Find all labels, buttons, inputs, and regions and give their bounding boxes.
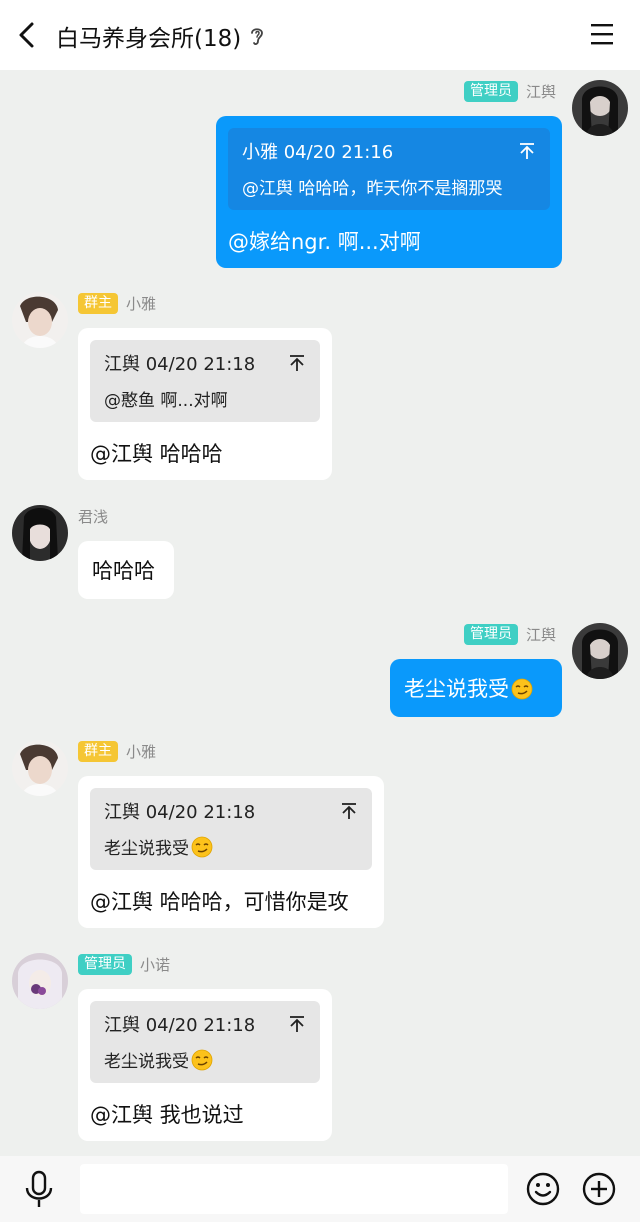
jump-to-top-icon[interactable] [518,142,536,160]
avatar[interactable] [12,953,68,1009]
message-text: @嫁给ngr. 啊...对啊 [228,230,421,254]
message-list[interactable]: 管理员 江舆 小雅 04/20 21:16 @江舆 哈哈哈，昨天你不是搁那哭 @… [0,70,640,1156]
quoted-message[interactable]: 江舆 04/20 21:18 老尘说我受 [90,1001,320,1083]
group-name: 白马养身会所(18) [56,26,242,52]
plus-circle-icon[interactable] [582,1172,616,1206]
sender-row: 管理员 江舆 [463,80,556,102]
sender-row: 管理员 江舆 [463,623,556,645]
quoted-message[interactable]: 小雅 04/20 21:16 @江舆 哈哈哈，昨天你不是搁那哭 [228,128,550,210]
sender-name: 君浅 [78,507,109,526]
jump-to-top-icon[interactable] [288,1015,306,1033]
sender-row: 君浅 [78,505,108,527]
avatar[interactable] [572,80,628,136]
smirk-emoji-icon [191,836,213,858]
owner-badge: 群主 [78,292,118,314]
quote-text: 老尘说我受 [104,839,189,859]
jump-to-top-icon[interactable] [288,354,306,372]
message-text-row: 老尘说我受 [404,673,548,703]
smirk-emoji-icon [191,1049,213,1071]
sender-name: 江舆 [525,82,556,101]
sender-name: 小雅 [126,742,157,761]
message-bubble[interactable]: 小雅 04/20 21:16 @江舆 哈哈哈，昨天你不是搁那哭 @嫁给ngr. … [216,116,562,268]
smirk-emoji-icon [511,678,533,700]
sender-name: 小诺 [140,955,171,974]
chat-title[interactable]: 白马养身会所(18) [56,19,265,53]
chat-header: 白马养身会所(18) [0,0,640,70]
hamburger-menu-icon[interactable] [590,22,614,46]
quote-text: 老尘说我受 [104,1052,189,1072]
message-text: 老尘说我受 [404,677,509,701]
quote-text-row: 老尘说我受 [104,1047,306,1072]
avatar[interactable] [12,505,68,561]
jump-to-top-icon[interactable] [340,802,358,820]
quote-author-time: 小雅 04/20 21:16 [242,142,394,163]
sender-name: 小雅 [126,294,157,313]
sender-name: 江舆 [525,625,556,644]
admin-badge: 管理员 [463,80,518,102]
smiley-icon[interactable] [526,1172,560,1206]
quote-text: @憨鱼 啊...对啊 [104,391,228,411]
message-text: @江舆 哈哈哈，可惜你是攻 [90,890,349,914]
message-text: @江舆 哈哈哈 [90,442,223,466]
avatar[interactable] [12,740,68,796]
message-text: @江舆 我也说过 [90,1103,244,1127]
quote-author-time: 江舆 04/20 21:18 [104,354,256,375]
message-input[interactable] [80,1164,508,1214]
chevron-left-icon[interactable] [14,20,42,50]
quoted-message[interactable]: 江舆 04/20 21:18 老尘说我受 [90,788,372,870]
message-bubble[interactable]: 江舆 04/20 21:18 老尘说我受 @江舆 哈哈哈，可惜你是攻 [78,776,384,928]
message-bubble[interactable]: 江舆 04/20 21:18 @憨鱼 啊...对啊 @江舆 哈哈哈 [78,328,332,480]
avatar[interactable] [572,623,628,679]
admin-badge: 管理员 [463,623,518,645]
sender-row: 群主 小雅 [78,292,156,314]
quote-author-time: 江舆 04/20 21:18 [104,1015,256,1036]
message-bubble[interactable]: 江舆 04/20 21:18 老尘说我受 @江舆 我也说过 [78,989,332,1141]
admin-badge: 管理员 [78,953,132,975]
quote-text: @江舆 哈哈哈，昨天你不是搁那哭 [242,179,503,199]
microphone-icon[interactable] [22,1170,56,1208]
quote-text-row: 老尘说我受 [104,834,358,859]
quote-author-time: 江舆 04/20 21:18 [104,802,256,823]
message-bubble[interactable]: 老尘说我受 [390,659,562,717]
sender-row: 管理员 小诺 [78,953,170,975]
avatar[interactable] [12,292,68,348]
quoted-message[interactable]: 江舆 04/20 21:18 @憨鱼 啊...对啊 [90,340,320,422]
input-bar [0,1156,640,1222]
message-text: 哈哈哈 [92,559,155,583]
ear-icon [251,28,264,45]
owner-badge: 群主 [78,740,118,762]
sender-row: 群主 小雅 [78,740,156,762]
message-bubble[interactable]: 哈哈哈 [78,541,174,599]
